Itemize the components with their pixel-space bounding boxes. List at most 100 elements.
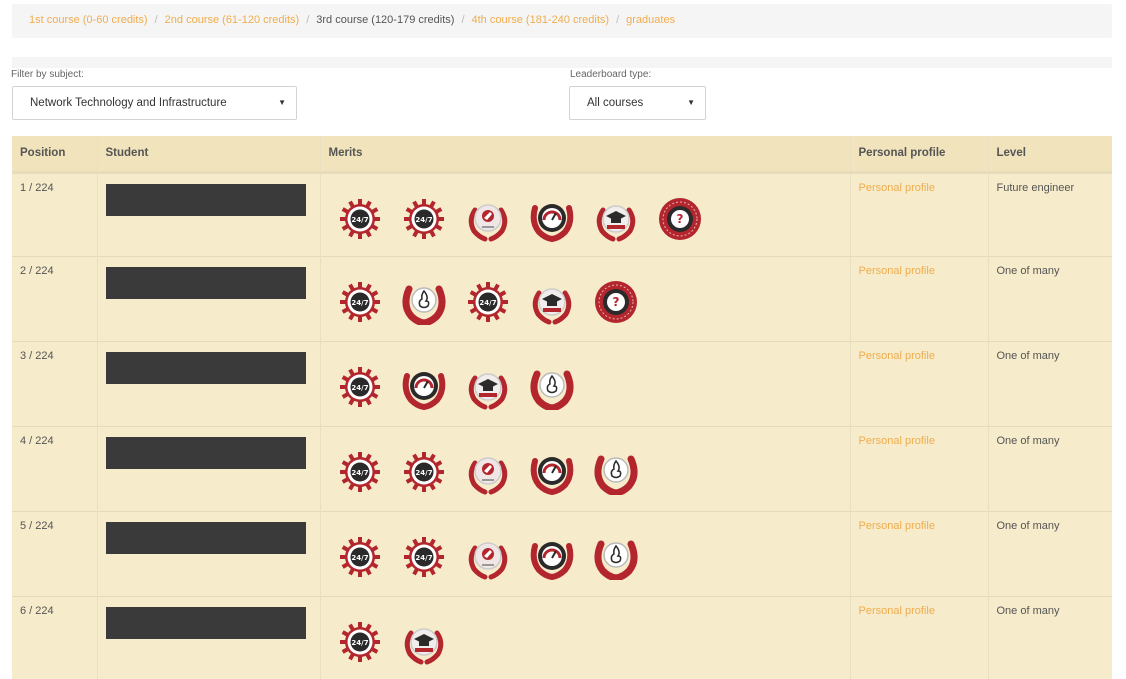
badge-grad-cap-icon[interactable] xyxy=(401,619,447,665)
level-cell: Future engineer xyxy=(987,171,1112,256)
badge-flame-wreath-icon[interactable] xyxy=(401,279,447,325)
personal-profile-link[interactable]: Personal profile xyxy=(859,265,935,277)
svg-text:24/7: 24/7 xyxy=(351,299,368,307)
merits-cell: 24/7 24/7? xyxy=(319,171,850,256)
column-header-merits: Merits xyxy=(319,136,850,174)
leaderboard-type-label: Leaderboard type: xyxy=(570,69,652,80)
student-name-redacted xyxy=(105,436,306,469)
student-cell xyxy=(96,425,320,511)
position-text: 4 / 224 xyxy=(20,434,54,447)
badge-flame-wreath-icon[interactable] xyxy=(593,449,639,495)
svg-text:?: ? xyxy=(676,212,683,226)
course-breadcrumb: 1st course (0-60 credits) / 2nd course (61… xyxy=(12,4,1112,38)
table-row: 5 / 224 24/7 24/7 Personal profile One of ma… xyxy=(12,510,1112,596)
badge-gauge-icon[interactable] xyxy=(401,364,447,410)
svg-text:24/7: 24/7 xyxy=(351,469,368,477)
merit-badge-list: 24/7 xyxy=(329,605,850,665)
leaderboard-table: Position Student Merits Personal profile… xyxy=(12,136,1112,679)
profile-cell: Personal profile xyxy=(849,425,988,511)
badge-grad-cap-icon[interactable] xyxy=(465,364,511,410)
leaderboard-type-select[interactable]: All courses ▼ xyxy=(569,86,706,120)
badge-horse-icon[interactable] xyxy=(465,196,511,242)
breadcrumb-1st-course[interactable]: 1st course (0-60 credits) xyxy=(29,14,148,26)
badge-247-icon[interactable]: 24/7 xyxy=(337,279,383,325)
column-header-student: Student xyxy=(96,136,320,174)
badge-247-icon[interactable]: 24/7 xyxy=(465,279,511,325)
leaderboard-select-value: All courses xyxy=(587,97,644,109)
student-cell xyxy=(96,340,320,426)
breadcrumb-separator: / xyxy=(306,14,310,26)
personal-profile-link[interactable]: Personal profile xyxy=(859,435,935,447)
subject-select[interactable]: Network Technology and Infrastructure ▼ xyxy=(12,86,297,120)
svg-text:24/7: 24/7 xyxy=(415,469,432,477)
table-row: 6 / 224 24/7 Personal profile One of many xyxy=(12,595,1112,679)
student-cell xyxy=(96,510,320,596)
merits-cell: 24/7 24/7? xyxy=(319,255,850,341)
badge-grad-cap-icon[interactable] xyxy=(529,279,575,325)
personal-profile-link[interactable]: Personal profile xyxy=(859,605,935,617)
student-name-redacted xyxy=(105,266,306,299)
table-row: 4 / 224 24/7 24/7 Personal profile One of ma… xyxy=(12,425,1112,511)
badge-gauge-icon[interactable] xyxy=(529,196,575,242)
breadcrumb-graduates[interactable]: graduates xyxy=(626,14,675,26)
personal-profile-link[interactable]: Personal profile xyxy=(859,350,935,362)
position-text: 2 / 224 xyxy=(20,264,54,277)
level-cell: One of many xyxy=(987,595,1112,679)
badge-247-icon[interactable]: 24/7 xyxy=(337,534,383,580)
level-text: Future engineer xyxy=(996,181,1075,194)
badge-gauge-icon[interactable] xyxy=(529,449,575,495)
personal-profile-link[interactable]: Personal profile xyxy=(859,520,935,532)
svg-text:24/7: 24/7 xyxy=(415,554,432,562)
student-name-redacted xyxy=(105,606,306,639)
badge-247-icon[interactable]: 24/7 xyxy=(337,449,383,495)
position-text: 1 / 224 xyxy=(20,181,54,194)
svg-text:?: ? xyxy=(612,295,619,309)
profile-cell: Personal profile xyxy=(849,595,988,679)
badge-question-icon[interactable]: ? xyxy=(593,279,639,325)
badge-horse-icon[interactable] xyxy=(465,449,511,495)
merits-cell: 24/7 24/7 xyxy=(319,510,850,596)
level-text: One of many xyxy=(996,434,1060,447)
position-text: 6 / 224 xyxy=(20,604,54,617)
level-text: One of many xyxy=(996,604,1060,617)
merit-badge-list: 24/7 24/7 xyxy=(329,435,850,495)
level-cell: One of many xyxy=(987,510,1112,596)
student-cell xyxy=(96,255,320,341)
breadcrumb-separator: / xyxy=(461,14,465,26)
badge-247-icon[interactable]: 24/7 xyxy=(337,196,383,242)
badge-question-icon[interactable]: ? xyxy=(657,196,703,242)
merits-cell: 24/7 24/7 xyxy=(319,425,850,511)
subject-select-value: Network Technology and Infrastructure xyxy=(30,97,227,109)
badge-247-icon[interactable]: 24/7 xyxy=(337,364,383,410)
student-name-redacted xyxy=(105,351,306,384)
level-cell: One of many xyxy=(987,425,1112,511)
profile-cell: Personal profile xyxy=(849,255,988,341)
badge-247-icon[interactable]: 24/7 xyxy=(401,196,447,242)
svg-text:24/7: 24/7 xyxy=(479,299,496,307)
personal-profile-link[interactable]: Personal profile xyxy=(859,182,935,194)
breadcrumb-2nd-course[interactable]: 2nd course (61-120 credits) xyxy=(165,14,300,26)
badge-247-icon[interactable]: 24/7 xyxy=(337,619,383,665)
level-text: One of many xyxy=(996,264,1060,277)
breadcrumb-4th-course[interactable]: 4th course (181-240 credits) xyxy=(472,14,610,26)
badge-247-icon[interactable]: 24/7 xyxy=(401,534,447,580)
merit-badge-list: 24/7 24/7? xyxy=(329,182,850,242)
badge-horse-icon[interactable] xyxy=(465,534,511,580)
merits-cell: 24/7 xyxy=(319,595,850,679)
badge-grad-cap-icon[interactable] xyxy=(593,196,639,242)
table-row: 3 / 224 24/7 Personal profile One of many xyxy=(12,340,1112,426)
position-cell: 3 / 224 xyxy=(12,340,97,426)
column-header-profile: Personal profile xyxy=(849,136,988,174)
column-header-level: Level xyxy=(987,136,1112,174)
merit-badge-list: 24/7 24/7? xyxy=(329,265,850,325)
badge-247-icon[interactable]: 24/7 xyxy=(401,449,447,495)
subject-filter-label: Filter by subject: xyxy=(11,69,84,80)
merit-badge-list: 24/7 24/7 xyxy=(329,520,850,580)
badge-flame-wreath-icon[interactable] xyxy=(593,534,639,580)
column-header-position: Position xyxy=(12,136,97,174)
table-header-row: Position Student Merits Personal profile… xyxy=(12,136,1112,174)
badge-flame-wreath-icon[interactable] xyxy=(529,364,575,410)
position-cell: 6 / 224 xyxy=(12,595,97,679)
level-text: One of many xyxy=(996,349,1060,362)
badge-gauge-icon[interactable] xyxy=(529,534,575,580)
